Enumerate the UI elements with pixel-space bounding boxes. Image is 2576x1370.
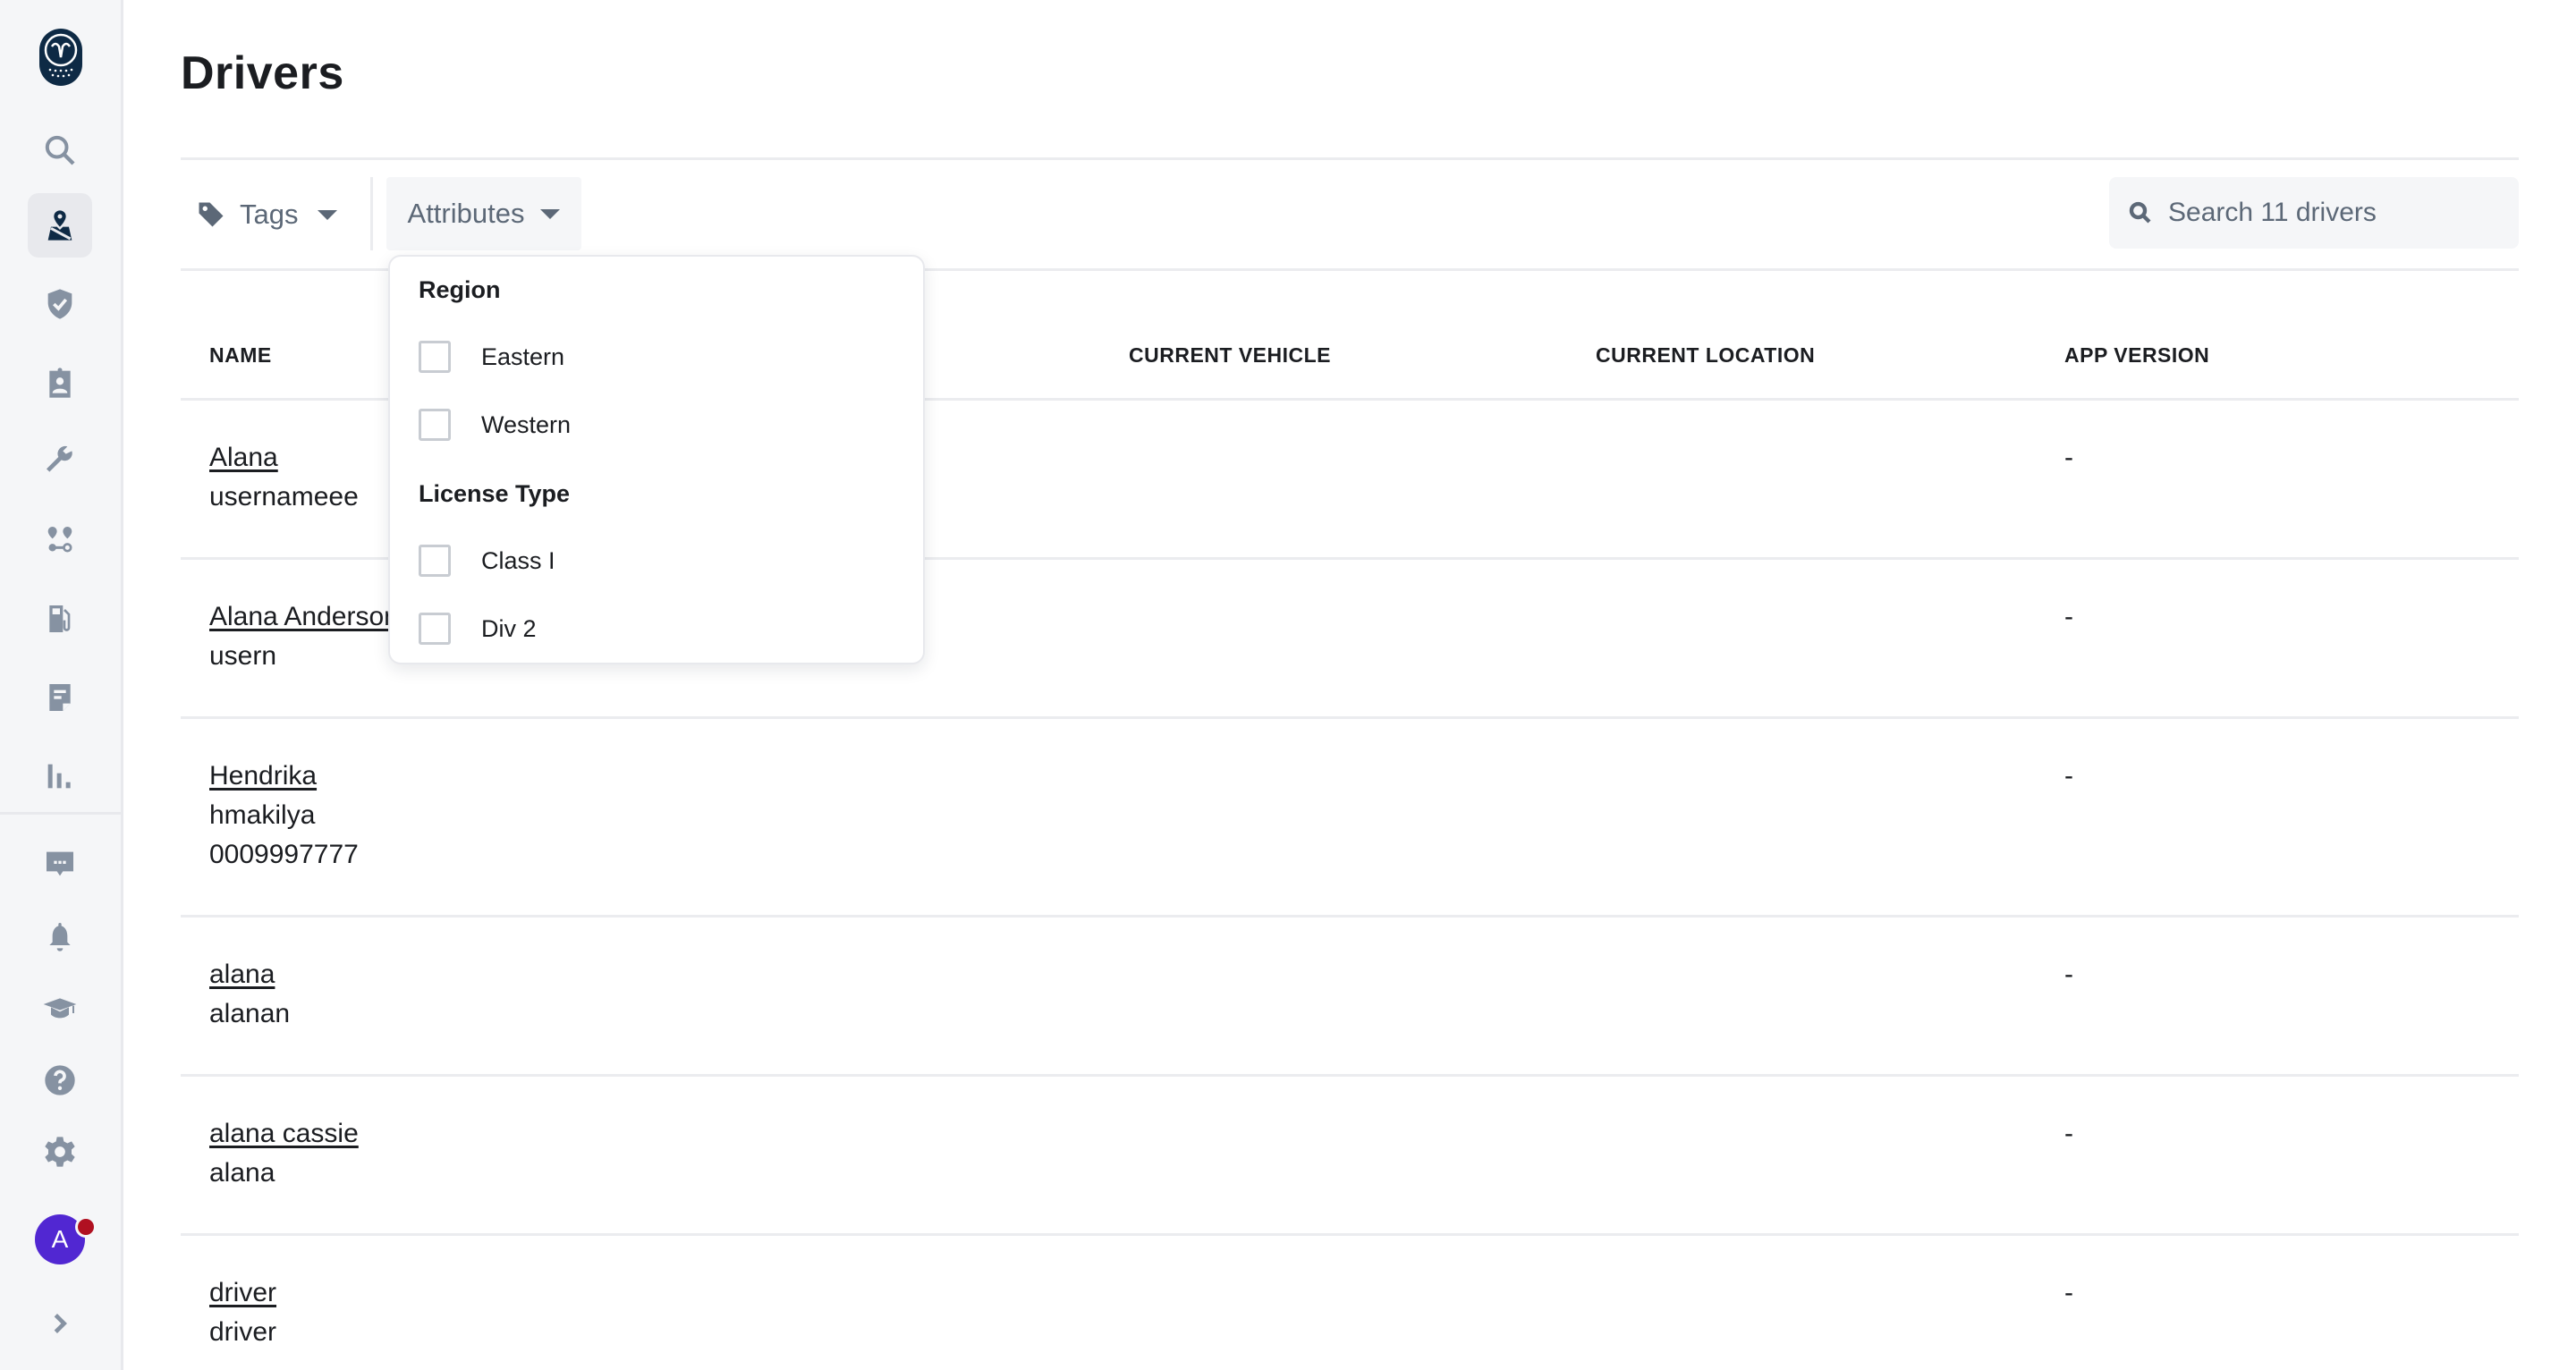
fuel-icon [49, 605, 71, 632]
tags-filter-button[interactable]: Tags [195, 179, 338, 250]
option-label: Div 2 [481, 614, 537, 642]
driver-username: alanan [209, 999, 291, 1028]
driver-phone: 0009997777 [209, 840, 359, 869]
gear-icon [45, 1137, 75, 1167]
checkbox[interactable] [419, 341, 451, 373]
driver-name-link[interactable]: Alana [209, 438, 359, 478]
driver-username: alana [209, 1158, 275, 1188]
shield-check-icon [47, 289, 72, 319]
name-cell: Alana usernameee [209, 438, 359, 517]
column-header-name[interactable]: NAME [209, 343, 272, 368]
name-cell: driver driver [209, 1273, 276, 1352]
name-cell: alana alanan [209, 955, 290, 1034]
avatar-initial: A [51, 1225, 69, 1253]
option-western[interactable]: Western [419, 409, 571, 441]
wrench-icon [47, 445, 72, 472]
help-icon [45, 1065, 75, 1095]
sidebar-item-maintenance[interactable] [28, 429, 92, 494]
bar-chart-icon [47, 764, 71, 789]
column-header-current-vehicle[interactable]: CURRENT VEHICLE [1129, 343, 1331, 368]
checkbox[interactable] [419, 613, 451, 645]
row-divider [181, 1074, 2519, 1077]
bell-icon [49, 923, 71, 951]
checkbox[interactable] [419, 409, 451, 441]
checkbox[interactable] [419, 545, 451, 577]
row-divider [181, 915, 2519, 918]
driver-username: driver [209, 1317, 277, 1347]
option-div-2[interactable]: Div 2 [419, 613, 537, 645]
sidebar-item-safety[interactable] [28, 272, 92, 336]
sidebar-item-routes[interactable] [28, 508, 92, 572]
driver-username: hmakilya [209, 800, 316, 830]
attributes-filter-label: Attributes [407, 198, 525, 229]
chevron-right-icon [54, 1314, 67, 1333]
search-icon [45, 135, 75, 165]
driver-name-link[interactable]: Alana Anderson [209, 597, 399, 637]
region-heading: Region [419, 276, 501, 303]
driver-username: usernameee [209, 482, 359, 512]
sidebar: A [0, 0, 123, 1370]
row-divider [181, 1233, 2519, 1236]
sidebar-item-messages[interactable] [28, 832, 92, 896]
app-version-cell: - [2064, 602, 2073, 631]
attributes-dropdown: Region Eastern Western License Type Clas… [388, 255, 925, 664]
driver-name-link[interactable]: driver [209, 1273, 276, 1313]
sidebar-item-drivers[interactable] [28, 193, 92, 258]
graduation-cap-icon [43, 998, 77, 1019]
app-version-cell: - [2064, 1278, 2073, 1307]
filter-separator [370, 177, 373, 250]
sidebar-item-settings[interactable] [28, 1120, 92, 1184]
column-header-current-location[interactable]: CURRENT LOCATION [1596, 343, 1815, 368]
sidebar-item-documents[interactable] [28, 665, 92, 730]
name-cell: Alana Anderson usern [209, 597, 399, 676]
driver-map-icon [47, 210, 72, 241]
sidebar-item-alerts[interactable] [28, 904, 92, 968]
app-version-cell: - [2064, 960, 2073, 989]
document-icon [49, 684, 71, 711]
sidebar-item-training[interactable] [28, 977, 92, 1041]
column-header-app-version[interactable]: APP VERSION [2064, 343, 2209, 368]
driver-name-link[interactable]: alana cassie [209, 1114, 359, 1154]
notification-dot [75, 1216, 97, 1238]
option-label: Class I [481, 546, 555, 574]
app-version-cell: - [2064, 761, 2073, 791]
owl-logo-icon[interactable] [39, 29, 82, 86]
option-eastern[interactable]: Eastern [419, 341, 564, 373]
name-cell: alana cassie alana [209, 1114, 359, 1193]
option-label: Eastern [481, 342, 565, 370]
search-icon [2129, 201, 2151, 224]
sidebar-item-compliance[interactable] [28, 351, 92, 415]
option-label: Western [481, 410, 572, 438]
caret-down-icon [540, 208, 561, 219]
search-box [2109, 177, 2519, 249]
license-type-heading: License Type [419, 480, 571, 507]
route-icon [47, 527, 72, 553]
driver-name-link[interactable]: alana [209, 955, 290, 994]
sidebar-item-fuel[interactable] [28, 587, 92, 651]
caret-down-icon [318, 209, 338, 220]
search-input[interactable] [2168, 198, 2508, 228]
app-version-cell: - [2064, 1119, 2073, 1148]
option-class-i[interactable]: Class I [419, 545, 555, 577]
divider [181, 157, 2519, 160]
row-divider [181, 716, 2519, 719]
message-icon [47, 851, 73, 876]
attributes-filter-button[interactable]: Attributes [386, 177, 581, 250]
sidebar-item-search[interactable] [28, 118, 92, 182]
tag-icon [199, 202, 224, 227]
app-version-cell: - [2064, 443, 2073, 472]
driver-username: usern [209, 641, 277, 671]
sidebar-item-help[interactable] [28, 1048, 92, 1112]
page-title: Drivers [181, 47, 344, 99]
expand-sidebar-button[interactable] [42, 1306, 78, 1341]
badge-icon [49, 368, 71, 398]
sidebar-item-reports[interactable] [28, 744, 92, 808]
tags-filter-label: Tags [240, 199, 299, 230]
sidebar-divider [0, 812, 121, 815]
name-cell: Hendrika hmakilya 0009997777 [209, 757, 359, 875]
driver-name-link[interactable]: Hendrika [209, 757, 359, 796]
